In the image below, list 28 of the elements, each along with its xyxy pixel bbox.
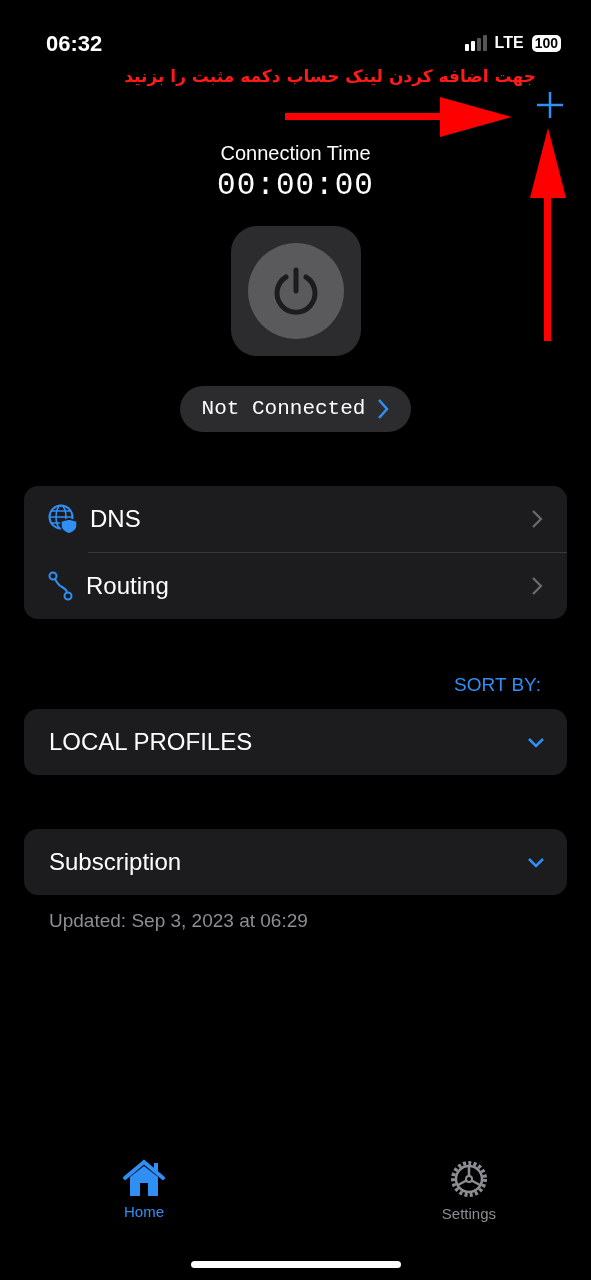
settings-row[interactable]: Routing	[24, 552, 567, 619]
connection-status-button[interactable]: Not Connected	[179, 385, 412, 432]
profile-group-header[interactable]: LOCAL PROFILES	[24, 709, 567, 775]
battery-level: 100	[531, 34, 561, 52]
power-icon	[272, 266, 319, 315]
annotation-text: جهت اضافه کردن لینک حساب دکمه مثبت را بزنید	[123, 65, 537, 89]
status-time: 06:32	[46, 29, 103, 58]
settings-row[interactable]: DNS	[24, 485, 567, 552]
network-label: LTE	[494, 33, 524, 53]
updated-text: Updated: Sep 3, 2023 at 06:29	[49, 909, 309, 933]
chevron-down-icon	[527, 735, 545, 749]
signal-icon	[464, 35, 487, 51]
chevron-right-icon	[377, 397, 390, 420]
chevron-right-icon	[531, 575, 543, 596]
settings-tab[interactable]: Settings	[441, 1158, 496, 1225]
home-icon	[122, 1158, 166, 1197]
connection-timer: 00:00:00	[216, 167, 375, 204]
chevron-right-icon	[531, 508, 543, 529]
connection-time-label: Connection Time	[219, 140, 372, 166]
chevron-down-icon	[527, 855, 545, 869]
add-icon[interactable]	[535, 89, 565, 120]
sort-by-label[interactable]: SORT BY:	[0, 670, 541, 699]
profile-group-header[interactable]: Subscription	[24, 829, 567, 895]
route-icon	[48, 570, 74, 601]
home-tab[interactable]: Home	[122, 1158, 166, 1225]
globe-shield-icon	[48, 503, 78, 534]
gear-icon	[448, 1158, 489, 1199]
power-button[interactable]	[230, 225, 361, 356]
